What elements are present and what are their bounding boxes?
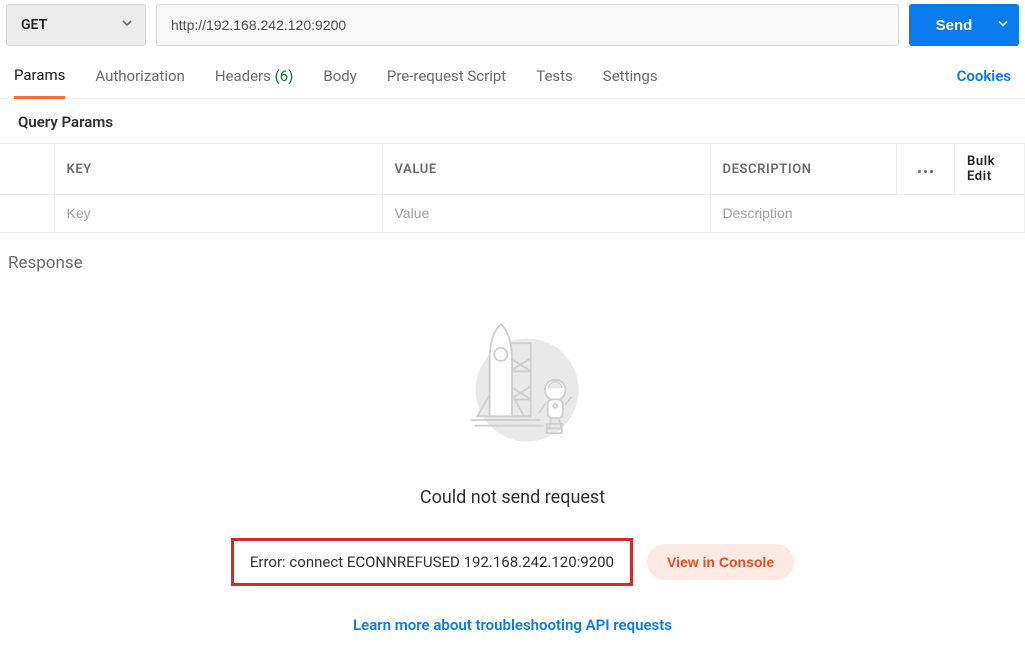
chevron-down-icon [997,17,1009,34]
column-options[interactable] [897,144,955,195]
tab-body[interactable]: Body [323,67,356,97]
description-input[interactable] [723,205,1013,221]
tab-headers[interactable]: Headers (6) [215,67,294,97]
key-input[interactable] [67,205,370,221]
bulk-edit-link[interactable]: Bulk Edit [955,144,1025,195]
more-icon [909,170,942,173]
request-tabs: Params Authorization Headers (6) Body Pr… [0,54,1025,99]
http-method-select[interactable]: GET [6,4,146,46]
tab-params[interactable]: Params [14,66,65,99]
column-value: VALUE [382,144,710,195]
error-message: Error: connect ECONNREFUSED 192.168.242.… [231,538,633,586]
send-button-label: Send [936,17,973,34]
table-row [0,195,1025,233]
query-params-heading: Query Params [0,99,1025,143]
column-description: DESCRIPTION [710,144,897,195]
column-key: KEY [54,144,382,195]
tab-tests[interactable]: Tests [536,67,573,97]
http-method-value: GET [21,17,47,33]
cookies-link[interactable]: Cookies [957,67,1011,97]
send-button[interactable]: Send [909,4,1019,46]
response-heading: Could not send request [420,487,605,508]
request-url-input[interactable] [156,4,899,46]
response-label: Response [8,253,83,273]
response-empty-state: Could not send request Error: connect EC… [0,279,1025,634]
tab-settings[interactable]: Settings [603,67,658,97]
view-in-console-label: View in Console [667,554,774,570]
headers-count: (6) [275,67,294,85]
learn-more-link[interactable]: Learn more about troubleshooting API req… [353,616,672,634]
rocket-astronaut-icon [438,315,588,465]
view-in-console-button[interactable]: View in Console [647,544,794,580]
tab-prerequest[interactable]: Pre-request Script [387,67,506,97]
query-params-table: KEY VALUE DESCRIPTION Bulk Edit [0,143,1025,233]
tab-authorization[interactable]: Authorization [95,67,184,97]
value-input[interactable] [395,205,698,221]
chevron-down-icon [121,17,133,33]
